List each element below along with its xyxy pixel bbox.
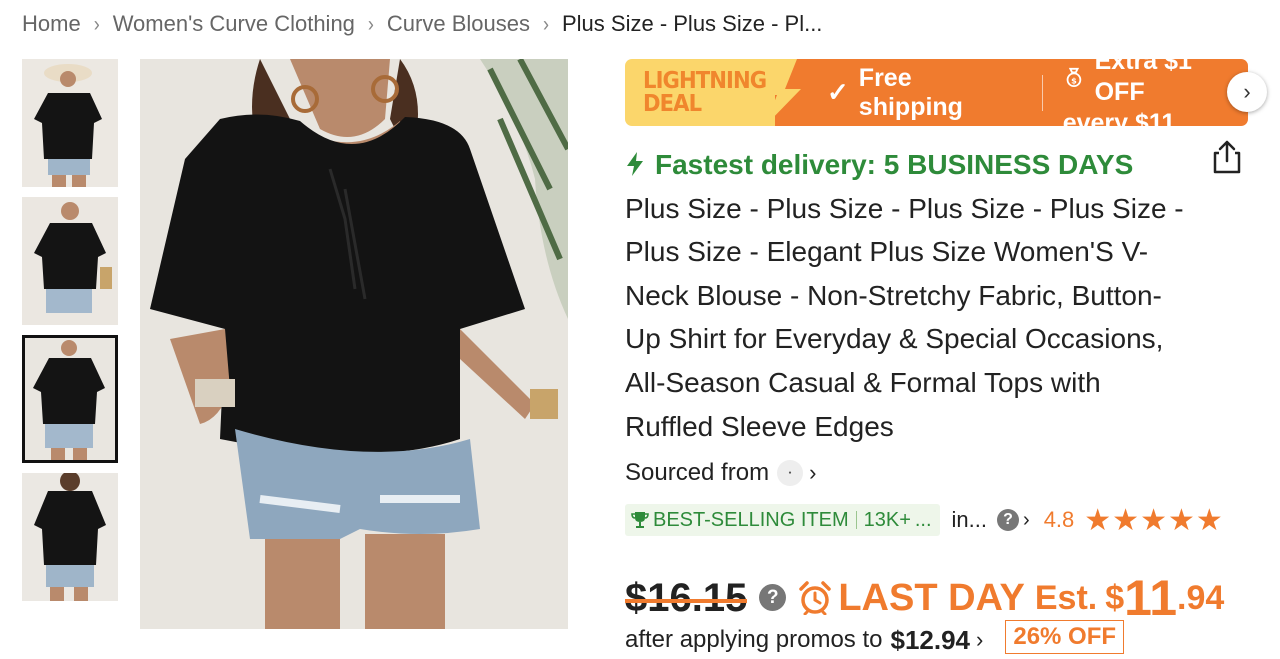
promo-price: $12.94 xyxy=(890,624,971,655)
price-row: $16.15 ? LAST DAY Est. $ 11 .94 xyxy=(625,565,1224,623)
breadcrumb-womens-curve-clothing[interactable]: Women's Curve Clothing xyxy=(113,11,355,37)
thumbnail-2[interactable] xyxy=(22,197,118,325)
banner-divider xyxy=(1041,74,1043,111)
sourced-from-label: Sourced from xyxy=(625,459,770,486)
extra-discount-line1: Extra $1 OFF xyxy=(1094,59,1192,106)
product-title-text: Plus Size - Plus Size - Plus Size - Plus… xyxy=(625,192,1184,442)
help-icon[interactable]: ? xyxy=(997,509,1020,531)
deal-label-line1: LIGHTNING xyxy=(643,67,767,94)
deal-label-line2: DEAL xyxy=(643,90,702,117)
estimated-currency: $ xyxy=(1105,579,1125,617)
best-selling-label: BEST-SELLING ITEM xyxy=(653,508,849,531)
thumbnail-3[interactable] xyxy=(22,335,118,463)
breadcrumb-separator-icon: › xyxy=(93,11,100,36)
best-selling-row: BEST-SELLING ITEM 13K+ ... in... ? › 4.8… xyxy=(625,503,1224,537)
extra-discount-line2: every $11 xyxy=(1062,109,1176,126)
thumbnail-strip xyxy=(22,59,118,611)
breadcrumb-home[interactable]: Home xyxy=(22,11,81,37)
alarm-clock-icon xyxy=(799,581,832,615)
original-price: $16.15 xyxy=(625,573,748,623)
extra-discount: $ Extra $1 OFF every $11 xyxy=(1063,59,1248,126)
chevron-right-icon[interactable]: › xyxy=(1023,509,1030,532)
chevron-right-icon: › xyxy=(1243,79,1251,104)
money-bag-icon: $ xyxy=(1066,67,1081,88)
chevron-right-icon: › xyxy=(976,627,984,652)
best-selling-count: 13K+ xyxy=(863,508,911,531)
promo-text: after applying promos to xyxy=(625,626,883,653)
breadcrumb: Home › Women's Curve Clothing › Curve Bl… xyxy=(22,8,822,40)
free-shipping-label: Free shipping xyxy=(858,63,963,121)
best-selling-more: ... xyxy=(914,508,932,531)
chevron-right-icon: › xyxy=(809,460,817,485)
banner-promos: ✓ Free shipping $ Extra $1 OFF every $11 xyxy=(763,59,1248,126)
free-shipping: ✓ Free shipping xyxy=(827,64,1022,122)
price-help-icon[interactable]: ? xyxy=(759,584,787,611)
star-rating-icon[interactable]: ★★★★★ xyxy=(1084,503,1223,538)
estimated-label: Est. xyxy=(1034,579,1098,617)
lightning-slash-icon xyxy=(763,59,801,126)
lightning-bolt-icon xyxy=(627,152,643,176)
thumbnail-1[interactable] xyxy=(22,59,118,187)
checkmark-icon: ✓ xyxy=(827,77,849,107)
main-product-image[interactable] xyxy=(140,59,568,629)
sourced-from[interactable]: Sourced from ● › xyxy=(625,457,816,489)
discount-badge: 26% OFF xyxy=(1005,620,1125,654)
product-title: Fastest delivery: 5 BUSINESS DAYS Plus S… xyxy=(625,143,1185,448)
svg-text:$: $ xyxy=(1071,75,1077,85)
promo-row[interactable]: after applying promos to $12.94 › 26% OF… xyxy=(625,620,1125,659)
trophy-icon xyxy=(631,512,649,528)
last-day-label: LAST DAY xyxy=(838,577,1025,619)
estimated-price-integer: 11 xyxy=(1124,570,1177,626)
fastest-delivery-label: Fastest delivery: 5 BUSINESS DAYS xyxy=(655,149,1134,180)
rating-value: 4.8 xyxy=(1043,507,1075,532)
lightning-deal-banner[interactable]: LIGHTNING DEAL ✓ Free shipping $ Extra $… xyxy=(625,59,1248,126)
share-icon[interactable] xyxy=(1210,139,1244,175)
store-logo-icon: ● xyxy=(777,460,804,486)
breadcrumb-separator-icon: › xyxy=(367,11,374,36)
estimated-price-decimal: .94 xyxy=(1177,579,1225,617)
breadcrumb-curve-blouses[interactable]: Curve Blouses xyxy=(387,11,530,37)
thumbnail-4[interactable] xyxy=(22,473,118,601)
breadcrumb-separator-icon: › xyxy=(543,11,549,36)
lightning-deal-label: LIGHTNING DEAL xyxy=(625,59,775,126)
badge-divider xyxy=(855,511,857,529)
best-selling-category: in... xyxy=(951,507,988,532)
best-selling-badge[interactable]: BEST-SELLING ITEM 13K+ ... xyxy=(625,504,940,536)
banner-next-button[interactable]: › xyxy=(1227,72,1267,112)
breadcrumb-current: Plus Size - Plus Size - Pl... xyxy=(562,11,823,36)
